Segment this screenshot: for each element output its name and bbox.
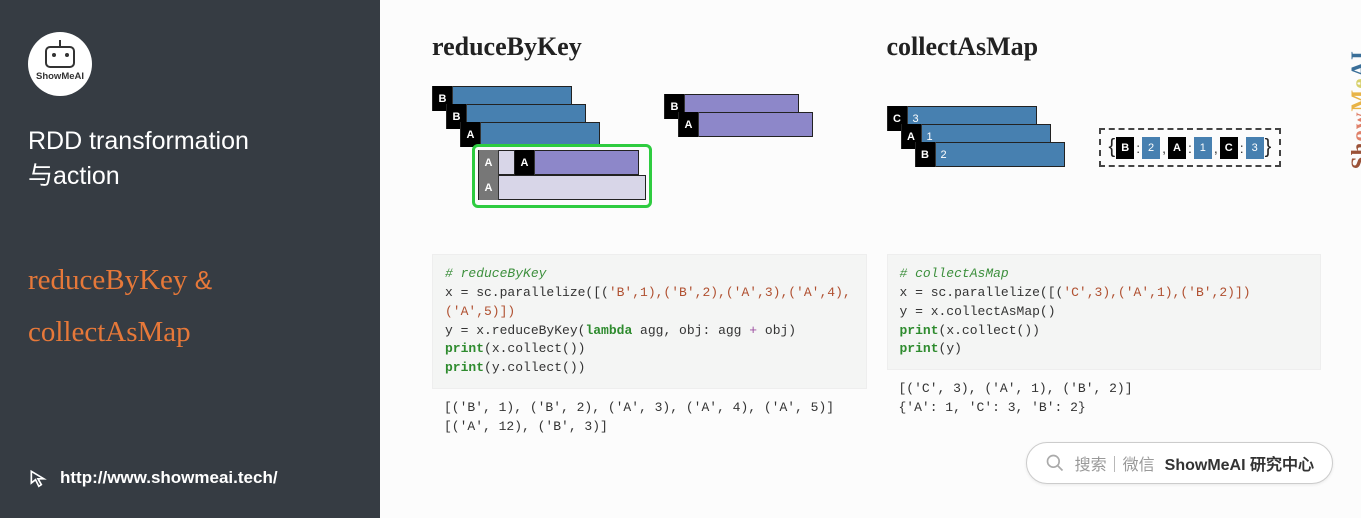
key-label: A [679, 112, 699, 137]
map-key: B [1116, 137, 1134, 159]
key-label: B [916, 142, 936, 167]
code-input: # collectAsMap x = sc.parallelize([('C',… [887, 254, 1322, 370]
output-stack: B A [664, 94, 814, 174]
code-output: [('C', 3), ('A', 1), ('B', 2)] {'A': 1, … [887, 370, 1322, 428]
brace-open: { [1109, 136, 1116, 159]
map-val: 2 [1142, 137, 1160, 159]
map-val: 1 [1194, 137, 1212, 159]
code-comment: # reduceByKey [445, 266, 546, 281]
input-stack: B B A A A A [432, 86, 632, 216]
brace-close: } [1265, 136, 1272, 159]
map-result-box: { B:2, A:1, C:3 } [1099, 128, 1282, 167]
code-line: y = x.collectAsMap() [900, 304, 1056, 319]
input-stack-map: C3 A1 B2 [887, 106, 1067, 196]
col-reducebykey: reduceByKey B B A A A A B A [432, 32, 867, 236]
code-line: print(y.collect()) [445, 360, 585, 375]
sidebar-title: RDD transformation 与action [28, 124, 352, 194]
hl-reduce: reduceByKey [28, 264, 187, 296]
diagram-row: reduceByKey B B A A A A B A [380, 32, 1361, 236]
code-line: print(x.collect()) [445, 341, 585, 356]
sidebar: ShowMeAI RDD transformation 与action redu… [0, 0, 380, 518]
output-line: [('A', 12), ('B', 3)] [444, 419, 608, 434]
title-collectasmap: collectAsMap [887, 32, 1322, 62]
search-hint-text: 搜索｜微信 [1075, 451, 1155, 475]
diagram-collectasmap: C3 A1 B2 { B:2, A:1, C:3 } [887, 86, 1322, 236]
key-label: A [479, 150, 499, 175]
hl-collect: collectAsMap [28, 316, 191, 348]
logo-text: ShowMeAI [36, 71, 84, 82]
sidebar-link[interactable]: http://www.showmeai.tech/ [28, 468, 278, 488]
sidebar-highlight: reduceByKey & collectAsMap [28, 254, 352, 358]
code-line: print(x.collect()) [900, 323, 1040, 338]
map-key: C [1220, 137, 1238, 159]
title-line-2: 与action [28, 162, 120, 190]
link-url: http://www.showmeai.tech/ [60, 468, 278, 488]
robot-icon [45, 46, 75, 68]
output-line: [('C', 3), ('A', 1), ('B', 2)] [899, 381, 1133, 396]
title-line-1: RDD transformation [28, 127, 249, 155]
title-reducebykey: reduceByKey [432, 32, 867, 62]
code-line: y = x.reduceByKey(lambda agg, obj: agg +… [445, 323, 796, 338]
output-line: {'A': 1, 'C': 3, 'B': 2} [899, 400, 1086, 415]
map-key: A [1168, 137, 1186, 159]
cursor-icon [28, 468, 48, 488]
key-label: A [479, 175, 499, 200]
code-line: x = sc.parallelize([('B',1),('B',2),('A'… [445, 285, 851, 319]
col-collectasmap: collectAsMap C3 A1 B2 { B:2, A:1, C:3 } [887, 32, 1322, 236]
search-icon [1045, 453, 1065, 473]
code-row: # reduceByKey x = sc.parallelize([('B',1… [380, 254, 1361, 447]
code-input: # reduceByKey x = sc.parallelize([('B',1… [432, 254, 867, 389]
code-line: x = sc.parallelize([('C',3),('A',1),('B'… [900, 285, 1251, 300]
code-block-right: # collectAsMap x = sc.parallelize([('C',… [887, 254, 1322, 447]
main-panel: ShowMeAI reduceByKey B B A A A A [380, 0, 1361, 518]
val-label: 2 [936, 142, 952, 167]
diagram-reducebykey: B B A A A A B A [432, 86, 867, 236]
code-line: print(y) [900, 341, 962, 356]
code-comment: # collectAsMap [900, 266, 1009, 281]
output-line: [('B', 1), ('B', 2), ('A', 3), ('A', 4),… [444, 400, 834, 415]
watermark: ShowMeAI [1347, 50, 1361, 169]
code-output: [('B', 1), ('B', 2), ('A', 3), ('A', 4),… [432, 389, 867, 447]
hl-amp: & [195, 265, 212, 295]
key-label: A [515, 150, 535, 175]
logo-badge: ShowMeAI [28, 32, 92, 96]
search-hint-bold: ShowMeAI 研究中心 [1165, 451, 1314, 475]
map-val: 3 [1246, 137, 1264, 159]
code-block-left: # reduceByKey x = sc.parallelize([('B',1… [432, 254, 867, 447]
search-hint-pill[interactable]: 搜索｜微信 ShowMeAI 研究中心 [1026, 442, 1333, 484]
